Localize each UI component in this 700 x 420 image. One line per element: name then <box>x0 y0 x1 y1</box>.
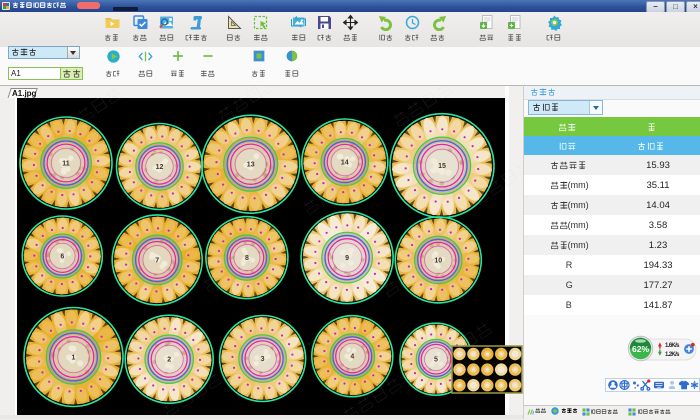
svg-text:8: 8 <box>245 255 249 262</box>
svg-text:3: 3 <box>261 356 265 363</box>
svg-text:13: 13 <box>247 162 255 169</box>
svg-text:11: 11 <box>62 161 70 168</box>
svg-text:62%: 62% <box>632 344 649 354</box>
svg-text:1.2K/s: 1.2K/s <box>665 352 680 358</box>
svg-text:1: 1 <box>72 355 76 362</box>
svg-text:7: 7 <box>155 257 159 264</box>
svg-text:9: 9 <box>345 255 349 262</box>
svg-text:2: 2 <box>167 357 171 364</box>
svg-text:14: 14 <box>341 160 349 167</box>
svg-text:15: 15 <box>438 163 446 170</box>
svg-text:6: 6 <box>60 254 64 261</box>
svg-text:4: 4 <box>350 354 354 361</box>
svg-text:1.6K/s: 1.6K/s <box>665 343 680 349</box>
